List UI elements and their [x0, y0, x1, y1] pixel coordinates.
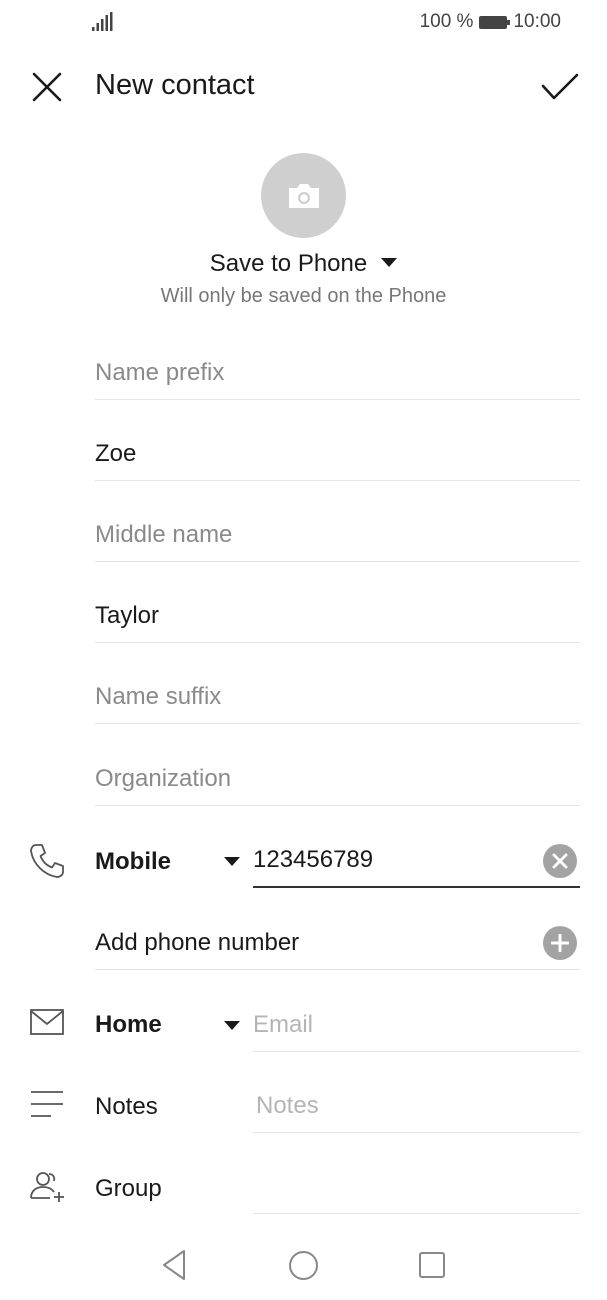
camera-icon	[288, 183, 319, 208]
email-type-selector[interactable]: Home	[95, 1011, 162, 1039]
name-suffix-field[interactable]: Name suffix	[95, 643, 580, 724]
add-phone-number-label: Add phone number	[95, 929, 300, 956]
last-name-value: Taylor	[95, 602, 160, 629]
name-suffix-placeholder: Name suffix	[95, 683, 222, 710]
save-location-label: Save to Phone	[209, 250, 368, 277]
notes-label: Notes	[95, 1093, 158, 1120]
add-phone-number-row[interactable]: Add phone number	[95, 889, 580, 970]
page-title: New contact	[95, 69, 255, 101]
save-location-note: Will only be saved on the Phone	[160, 285, 447, 307]
phone-type-selector[interactable]: Mobile	[95, 848, 171, 876]
battery-icon	[479, 15, 511, 29]
home-nav-icon[interactable]	[288, 1250, 319, 1281]
phone-type-label: Mobile	[95, 848, 171, 875]
organization-field[interactable]: Organization	[95, 725, 580, 806]
save-check-icon[interactable]	[540, 72, 580, 102]
dropdown-arrow-icon	[381, 258, 398, 268]
organization-placeholder: Organization	[95, 765, 232, 792]
close-icon[interactable]	[30, 70, 64, 104]
email-icon	[30, 1009, 64, 1035]
add-photo-button[interactable]	[261, 153, 346, 238]
phone-number-field[interactable]: 123456789	[253, 807, 580, 888]
save-location-selector[interactable]: Save to Phone	[0, 250, 607, 278]
phone-number-value: 123456789	[253, 846, 374, 873]
notes-placeholder: Notes	[256, 1092, 319, 1119]
phone-type-dropdown-icon[interactable]	[224, 857, 240, 866]
name-prefix-placeholder: Name prefix	[95, 359, 225, 386]
notes-icon	[31, 1091, 63, 1117]
email-field[interactable]: Email	[253, 971, 580, 1052]
plus-icon	[551, 934, 569, 952]
group-label: Group	[95, 1175, 162, 1202]
group-icon	[30, 1172, 64, 1202]
first-name-value: Zoe	[95, 440, 137, 467]
signal-icon	[92, 12, 113, 31]
back-nav-icon[interactable]	[160, 1248, 188, 1282]
recents-nav-icon[interactable]	[418, 1251, 446, 1279]
clear-phone-button[interactable]	[543, 844, 577, 878]
clear-icon	[552, 853, 568, 869]
last-name-field[interactable]: Taylor	[95, 562, 580, 643]
battery-percent: 100 %	[419, 11, 474, 32]
phone-icon	[30, 844, 64, 878]
middle-name-field[interactable]: Middle name	[95, 481, 580, 562]
clock: 10:00	[513, 11, 561, 32]
add-phone-button[interactable]	[543, 926, 577, 960]
email-type-dropdown-icon[interactable]	[224, 1021, 240, 1030]
email-type-label: Home	[95, 1011, 162, 1038]
email-placeholder: Email	[253, 1011, 314, 1038]
status-bar-right: 100 % 10:00	[420, 11, 561, 33]
name-prefix-field[interactable]: Name prefix	[95, 319, 580, 400]
first-name-field[interactable]: Zoe	[95, 400, 580, 481]
middle-name-placeholder: Middle name	[95, 521, 233, 548]
notes-field[interactable]: Notes	[253, 1052, 580, 1133]
group-field[interactable]	[253, 1133, 580, 1214]
